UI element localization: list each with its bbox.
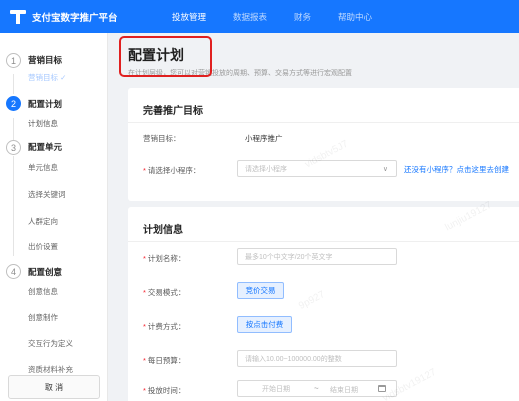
miniapp-label-text: 请选择小程序：: [147, 166, 201, 175]
step-4-sub-creative-info[interactable]: 创意信息: [28, 286, 58, 297]
nav-item-help-center[interactable]: 帮助中心: [338, 11, 372, 23]
goal-label: 营销目标：: [143, 134, 181, 143]
app-logo-icon: [10, 9, 26, 24]
step-3-sub-bidding[interactable]: 出价设置: [28, 241, 58, 252]
app-logo[interactable]: 支付宝数字推广平台: [10, 9, 150, 24]
miniapp-label: * 请选择小程序：: [143, 165, 200, 176]
divider: [128, 122, 519, 123]
daily-budget-label: * 每日预算：: [143, 355, 185, 366]
required-marker: *: [143, 166, 146, 175]
step-sidebar: 1 营销目标 营销目标 ✓ 2 配置计划 计划信息 3 配置单元 单元信息 选择…: [0, 33, 108, 401]
period-label: * 投放时间：: [143, 385, 185, 396]
app-title: 支付宝数字推广平台: [32, 12, 118, 24]
goal-value: 小程序推广: [245, 134, 283, 143]
required-marker: *: [143, 386, 146, 395]
main-content: 配置计划 在计划层级，您可以对营销投放的周期、预算、交易方式等进行宏观配置 完善…: [108, 33, 519, 401]
plan-name-label-text: 计划名称：: [147, 254, 186, 263]
daily-budget-placeholder: 请输入10.00~100000.00的整数: [245, 355, 342, 363]
required-marker: *: [143, 322, 146, 331]
step-3-sub-keywords[interactable]: 选择关键词: [28, 189, 66, 200]
step-connector: [13, 118, 14, 140]
range-separator: ~: [314, 384, 319, 393]
billing-label: * 计费方式：: [143, 321, 185, 332]
step-4-title[interactable]: 配置创意: [28, 266, 62, 278]
create-miniapp-link[interactable]: 还没有小程序？点击这里去创建: [404, 164, 509, 175]
top-nav-bar: 支付宝数字推广平台 投放管理 数据报表 财务 帮助中心: [0, 0, 519, 33]
required-marker: *: [143, 254, 146, 263]
main-nav: 投放管理 数据报表 财务 帮助中心: [172, 11, 399, 23]
end-date-placeholder: 结束日期: [330, 387, 358, 394]
section-plan-info: 计划信息 * 计划名称： 最多10个中文字/20个英文字 * 交易模式： 竞价交易 …: [128, 207, 519, 401]
trade-mode-bidding-button[interactable]: 竞价交易: [237, 282, 284, 299]
plan-name-label: * 计划名称：: [143, 253, 185, 264]
required-marker: *: [143, 288, 146, 297]
section-promotion-goal: 完善推广目标 营销目标： 小程序推广 * 请选择小程序： 请选择小程序 ∨ 还没有…: [128, 88, 519, 201]
section-title: 完善推广目标: [143, 106, 203, 117]
step-3-sub-unit-info[interactable]: 单元信息: [28, 162, 58, 173]
miniapp-select-placeholder: 请选择小程序: [245, 165, 287, 173]
section-title: 计划信息: [143, 225, 183, 236]
daily-budget-input[interactable]: 请输入10.00~100000.00的整数: [237, 350, 397, 367]
step-2-sub-plan-info[interactable]: 计划信息: [28, 118, 58, 129]
step-3-title[interactable]: 配置单元: [28, 141, 62, 153]
billing-label-text: 计费方式：: [147, 322, 186, 331]
annotation-highlight-box: [119, 36, 212, 77]
period-label-text: 投放时间：: [147, 386, 186, 395]
billing-cpc-button[interactable]: 按点击付费: [237, 316, 292, 333]
divider: [128, 241, 519, 242]
step-3-number: 3: [6, 140, 21, 155]
step-2-number: 2: [6, 96, 21, 111]
step-4-sub-interaction[interactable]: 交互行为定义: [28, 338, 73, 349]
nav-item-finance[interactable]: 财务: [294, 11, 311, 23]
required-marker: *: [143, 356, 146, 365]
step-1-title[interactable]: 营销目标: [28, 54, 62, 66]
daily-budget-label-text: 每日预算：: [147, 356, 186, 365]
step-2-title[interactable]: 配置计划: [28, 98, 62, 110]
period-range-picker[interactable]: 开始日期 ~ 结束日期: [237, 380, 397, 397]
step-4-number: 4: [6, 264, 21, 279]
step-4-sub-creative-make[interactable]: 创意制作: [28, 312, 58, 323]
chevron-down-icon: ∨: [382, 166, 388, 173]
step-connector: [13, 74, 14, 94]
step-3-sub-audience[interactable]: 人群定向: [28, 216, 58, 227]
trade-mode-label: * 交易模式：: [143, 287, 185, 298]
plan-name-input[interactable]: 最多10个中文字/20个英文字: [237, 248, 397, 265]
step-connector: [13, 156, 14, 256]
trade-mode-label-text: 交易模式：: [147, 288, 186, 297]
start-date-placeholder: 开始日期: [262, 385, 290, 393]
cancel-button[interactable]: 取 消: [8, 375, 100, 399]
nav-item-reports[interactable]: 数据报表: [233, 11, 267, 23]
nav-item-campaign-management[interactable]: 投放管理: [172, 11, 206, 23]
step-1-sub-goal[interactable]: 营销目标 ✓: [28, 72, 66, 83]
step-1-number: 1: [6, 53, 21, 68]
step-4-sub-qualification[interactable]: 资质材料补充: [28, 364, 73, 375]
plan-name-placeholder: 最多10个中文字/20个英文字: [245, 253, 333, 261]
